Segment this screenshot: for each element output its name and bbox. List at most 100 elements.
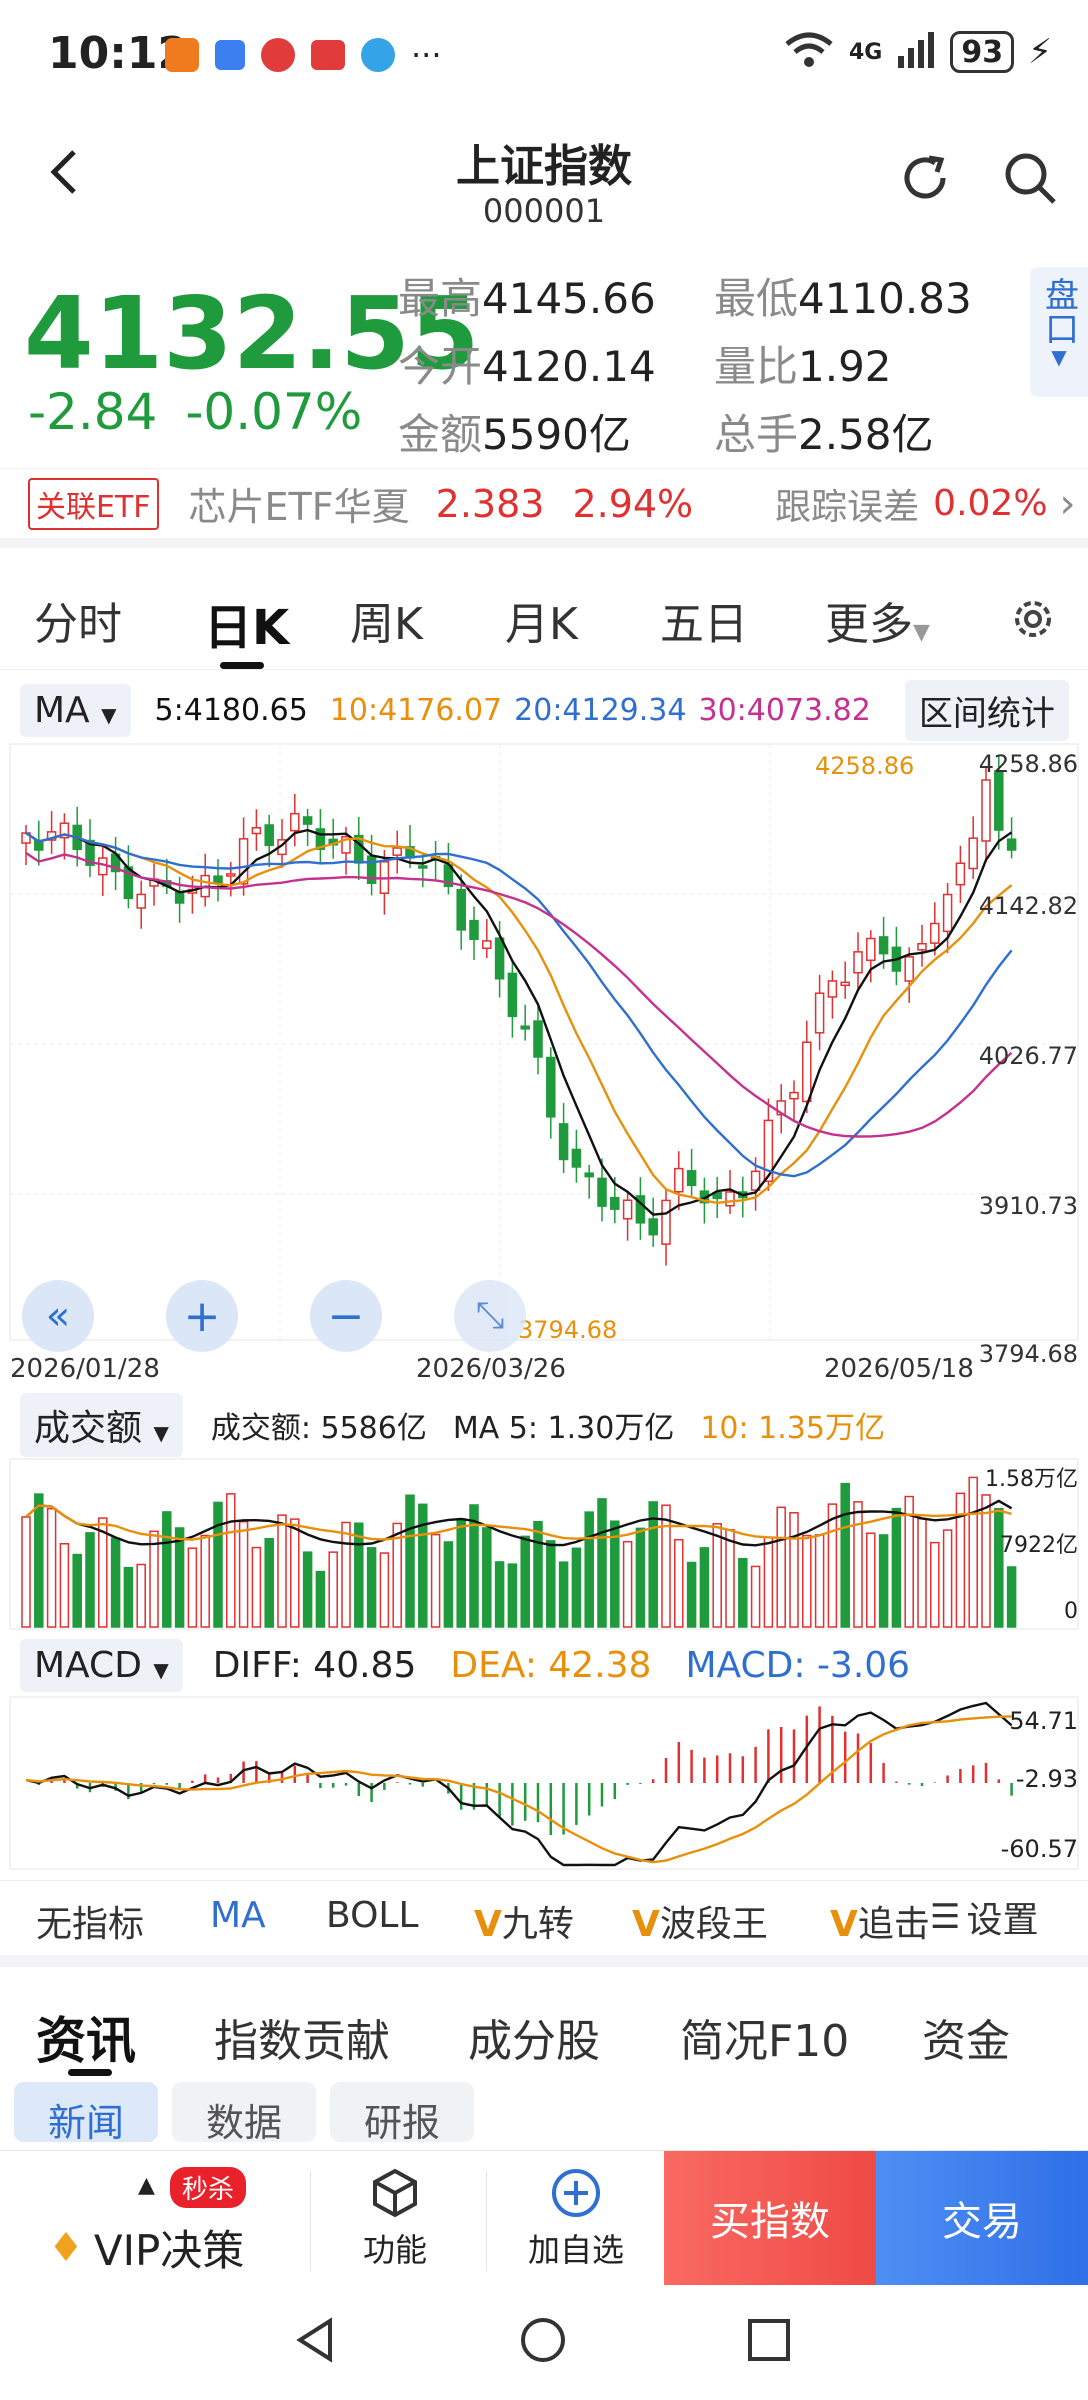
order-book-toggle[interactable]: 盘口 ▼: [1030, 267, 1088, 397]
candle-body: [533, 1020, 543, 1058]
candle-body: [789, 1091, 799, 1100]
zoom-out-button[interactable]: −: [310, 1280, 382, 1352]
volume-bar: [661, 1504, 671, 1628]
indicator-nine-turn[interactable]: V九转: [474, 1895, 574, 1947]
candle-body: [1006, 838, 1017, 851]
candle-body: [456, 888, 466, 931]
vip-badge: 秒杀: [170, 2167, 247, 2208]
candle-body: [674, 1167, 684, 1193]
macd-dea: DEA: 42.38: [450, 1644, 652, 1686]
y-label-4: 3910.73: [978, 1192, 1078, 1220]
zoom-in-button[interactable]: +: [166, 1280, 238, 1352]
candlestick-chart[interactable]: 4258.86 3794.68 4258.86 4142.82 4026.77 …: [0, 740, 1088, 1384]
volume-legend: 成交额 ▼ 成交额: 5586亿 MA 5: 1.30万亿 10: 1.35万亿: [0, 1393, 1088, 1457]
volume-bar: [405, 1494, 415, 1628]
macd-chart[interactable]: 54.71 -2.93 -60.57: [0, 1695, 1088, 1875]
order-book-label: 盘口: [1038, 277, 1079, 345]
nav-recents-button[interactable]: [744, 2315, 794, 2369]
indicator-wave-king[interactable]: V波段王: [632, 1895, 768, 1947]
volume-bar: [290, 1518, 300, 1628]
volume-bar: [315, 1570, 326, 1628]
system-nav-bar: [0, 2285, 1088, 2400]
tab-funds[interactable]: 资金: [922, 2005, 1010, 2069]
nav-home-button[interactable]: [518, 2315, 568, 2369]
indicator-ma[interactable]: MA: [210, 1895, 266, 1936]
high-annotation: 4258.86: [815, 752, 915, 780]
volume-bar: [725, 1529, 735, 1628]
candle-body: [418, 865, 428, 869]
indicator-boll[interactable]: BOLL: [326, 1895, 419, 1936]
diff-line: [25, 1701, 1013, 1867]
vip-decision-button[interactable]: 秒杀 ▲ ♦ VIP决策: [20, 2167, 310, 2277]
range-stat-button[interactable]: 区间统计: [904, 679, 1069, 741]
volume-bar: [584, 1511, 594, 1628]
refresh-button[interactable]: [895, 148, 955, 212]
indicator-none[interactable]: 无指标: [36, 1895, 144, 1947]
battery-icon: 93: [950, 31, 1015, 73]
indicator-wave-king-label: 波段王: [659, 1904, 768, 1945]
trade-button[interactable]: 交易: [876, 2151, 1088, 2285]
app4-notif-icon: [361, 38, 395, 72]
tab-more-label: 更多: [825, 599, 913, 650]
price-change: -2.84 -0.07%: [28, 383, 362, 441]
volume-amount: 成交额: 5586亿: [210, 1411, 427, 1446]
indicator-settings-button[interactable]: ☰ 设置: [930, 1891, 1039, 1943]
volume-bar: [213, 1501, 223, 1628]
scroll-left-button[interactable]: «: [22, 1280, 94, 1352]
stat-ratio: 量比1.92: [714, 333, 892, 394]
fullscreen-button[interactable]: ⤡: [454, 1280, 526, 1352]
volume-chart[interactable]: 1.58万亿 7922亿 0: [0, 1455, 1088, 1635]
candle-body: [494, 937, 505, 980]
tab-five-day[interactable]: 五日: [660, 588, 748, 652]
tab-intraday[interactable]: 分时: [34, 588, 122, 652]
ma-selector[interactable]: MA ▼: [20, 683, 131, 737]
search-button[interactable]: [1000, 148, 1060, 212]
buy-index-button[interactable]: 买指数: [664, 2151, 876, 2285]
subtab-data[interactable]: 数据: [172, 2082, 316, 2142]
candle-body: [251, 827, 262, 835]
gear-icon: [1015, 601, 1051, 637]
nav-back-button[interactable]: [290, 2315, 340, 2369]
chart-settings-button[interactable]: [1010, 596, 1056, 646]
subtab-news[interactable]: 新闻: [14, 2082, 158, 2142]
related-etf-bar[interactable]: 关联ETF 芯片ETF华夏 2.383 2.94% 跟踪误差 0.02% ›: [0, 468, 1088, 548]
tab-monthly-k[interactable]: 月K: [505, 588, 578, 652]
tab-constituents[interactable]: 成分股: [468, 2005, 600, 2069]
add-watchlist-button[interactable]: 加自选: [516, 2165, 636, 2271]
tracking-error-label: 跟踪误差: [775, 486, 920, 528]
volume-bar: [85, 1532, 95, 1628]
candle-body: [686, 1170, 697, 1187]
volume-bar: [507, 1563, 518, 1628]
candle-body: [930, 922, 940, 944]
candle-body: [136, 893, 146, 909]
function-button[interactable]: 功能: [340, 2165, 450, 2271]
buy-index-label: 买指数: [710, 2199, 830, 2245]
indicator-chase[interactable]: V追击: [830, 1895, 930, 1947]
volume-bar: [738, 1557, 748, 1628]
ma10-value: 10:4176.07: [329, 692, 503, 728]
refresh-icon: [904, 155, 946, 199]
tab-news[interactable]: 资讯: [36, 2001, 136, 2073]
stat-low: 最低4110.83: [714, 265, 972, 326]
stat-volume-label: 总手: [714, 410, 799, 459]
macd-selector[interactable]: MACD ▼: [20, 1638, 183, 1692]
tab-index-contribution[interactable]: 指数贡献: [214, 2005, 390, 2069]
tab-weekly-k[interactable]: 周K: [350, 588, 423, 652]
indicator-settings-label: 设置: [966, 1900, 1039, 1941]
minus-icon: −: [327, 1290, 365, 1342]
subtab-research[interactable]: 研报: [330, 2082, 474, 2142]
candle-body: [866, 937, 876, 962]
tab-more[interactable]: 更多▼: [825, 588, 930, 652]
tab-f10[interactable]: 简况F10: [680, 2005, 849, 2069]
volume-selector[interactable]: 成交额 ▼: [20, 1393, 183, 1457]
network-label: 4G: [849, 39, 883, 65]
volume-bar: [763, 1536, 774, 1628]
volume-bar: [674, 1538, 684, 1628]
tab-daily-k[interactable]: 日K: [204, 588, 289, 658]
app2-notif-icon: [261, 38, 295, 72]
candle-body: [648, 1218, 658, 1236]
candle-body: [981, 779, 991, 842]
stat-high-label: 最高: [398, 274, 483, 323]
volume-bar: [443, 1541, 454, 1628]
volume-ma5: MA 5: 1.30万亿: [452, 1411, 675, 1446]
